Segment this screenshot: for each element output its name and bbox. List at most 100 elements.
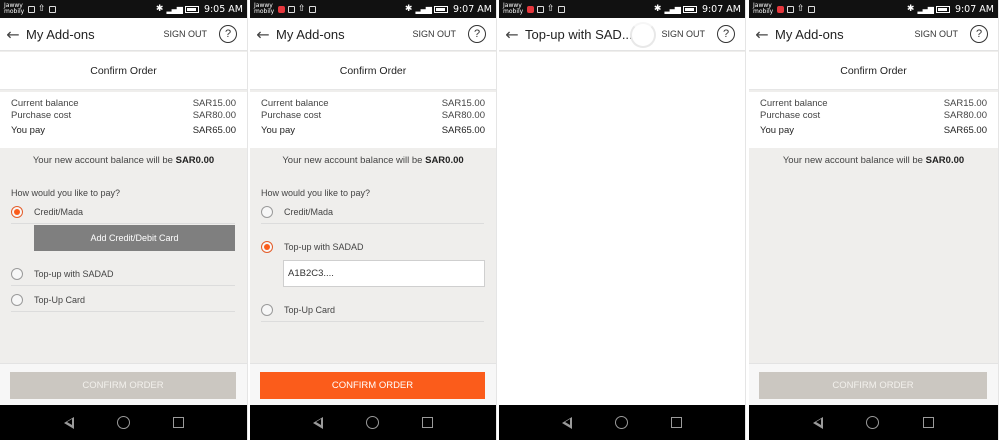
purchase-cost-value: SAR80.00 <box>441 110 485 121</box>
status-right: ✱ ▂▄▆ 9:07 AM <box>405 4 492 15</box>
signal-icon: ▂▄▆ <box>415 4 432 14</box>
you-pay-label: You pay <box>11 125 45 136</box>
add-card-button[interactable]: Add Credit/Debit Card <box>34 225 235 251</box>
page-title: My Add-ons <box>276 26 345 42</box>
sign-out-button[interactable]: SIGN OUT <box>914 29 958 39</box>
back-arrow-icon[interactable]: ← <box>749 25 775 44</box>
order-summary: Current balance SAR15.00 Purchase cost SAR… <box>0 92 247 148</box>
nav-home-icon[interactable] <box>365 416 379 429</box>
option-topup-card[interactable]: Top-Up Card <box>261 298 484 322</box>
new-balance-text: Your new account balance will be <box>282 155 423 166</box>
new-balance-value: SAR0.00 <box>925 155 965 166</box>
order-summary: Current balance SAR15.00 Purchase cost SAR… <box>749 92 998 148</box>
phone-screen-1: Jawwy mobily ⇧ ✱ ▂▄▆ 9:05 AM ← My Add-on… <box>0 0 248 440</box>
confirm-order-button[interactable]: CONFIRM ORDER <box>260 372 485 399</box>
nav-recents-icon[interactable] <box>421 417 433 428</box>
system-nav-bar <box>749 405 998 440</box>
status-right: ✱ ▂▄▆ 9:05 AM <box>156 4 243 15</box>
you-pay-value: SAR65.00 <box>192 125 236 136</box>
nav-home-icon[interactable] <box>866 416 880 429</box>
image-notification-icon <box>28 5 35 13</box>
new-balance-note: Your new account balance will be SAR0.00 <box>749 155 998 166</box>
option-label: Credit/Mada <box>34 206 84 217</box>
pay-question: How would you like to pay? <box>11 188 121 198</box>
sign-out-button[interactable]: SIGN OUT <box>661 29 705 39</box>
nav-home-icon[interactable] <box>614 416 628 429</box>
current-balance-value: SAR15.00 <box>441 98 485 109</box>
upload-icon: ⇧ <box>797 4 805 14</box>
purchase-cost-label: Purchase cost <box>261 110 322 121</box>
app-notification-icon <box>777 5 784 13</box>
sadad-code-field[interactable]: A1B2C3.... <box>283 260 485 287</box>
option-credit-mada[interactable]: Credit/Mada <box>261 200 484 224</box>
back-arrow-icon[interactable]: ← <box>250 25 276 44</box>
app-notification-icon <box>278 5 285 13</box>
you-pay-value: SAR65.00 <box>943 125 987 136</box>
confirm-order-button[interactable]: CONFIRM ORDER <box>759 372 987 399</box>
confirm-order-button[interactable]: CONFIRM ORDER <box>10 372 236 399</box>
signal-icon: ▂▄▆ <box>166 4 183 14</box>
pay-question: How would you like to pay? <box>261 188 371 198</box>
option-credit-mada[interactable]: Credit/Mada <box>11 200 235 224</box>
footer: CONFIRM ORDER <box>250 363 496 405</box>
sign-out-button[interactable]: SIGN OUT <box>163 29 207 39</box>
phone-screen-4: Jawwy mobily ⇧ ✱ ▂▄▆ 9:07 AM ← My Add-on… <box>749 0 999 440</box>
order-summary: Current balance SAR15.00 Purchase cost SAR… <box>250 92 496 148</box>
help-icon[interactable]: ? <box>219 25 237 43</box>
option-sadad[interactable]: Top-up with SADAD <box>11 262 235 286</box>
radio-icon[interactable] <box>11 293 23 306</box>
new-balance-note: Your new account balance will be SAR0.00 <box>0 155 247 166</box>
new-balance-text: Your new account balance will be <box>32 155 173 166</box>
battery-icon <box>682 5 697 13</box>
notification-icons: ⇧ <box>278 4 316 14</box>
radio-icon[interactable] <box>261 205 273 218</box>
nav-recents-icon[interactable] <box>670 417 682 428</box>
you-pay-label: You pay <box>261 125 295 136</box>
option-topup-card[interactable]: Top-Up Card <box>11 288 235 312</box>
app-bar: ← My Add-ons SIGN OUT ? <box>0 18 247 51</box>
you-pay-label: You pay <box>760 125 794 136</box>
nav-back-icon[interactable] <box>63 416 74 429</box>
radio-selected-icon[interactable] <box>11 205 23 218</box>
app-bar: ← My Add-ons SIGN OUT ? <box>749 18 998 51</box>
footer: CONFIRM ORDER <box>749 363 998 405</box>
nav-recents-icon[interactable] <box>923 417 935 428</box>
bluetooth-icon: ✱ <box>906 4 915 14</box>
carrier-label: Jawwy mobily <box>254 2 275 15</box>
radio-icon[interactable] <box>261 303 273 316</box>
clock: 9:07 AM <box>954 3 994 15</box>
you-pay-row: You pay SAR65.00 <box>11 125 236 137</box>
app-notification-icon <box>527 5 534 13</box>
radio-selected-icon[interactable] <box>261 241 273 253</box>
back-arrow-icon[interactable]: ← <box>499 25 525 44</box>
current-balance-row: Current balance SAR15.00 <box>760 98 987 110</box>
bluetooth-icon: ✱ <box>155 4 164 14</box>
status-bar: Jawwy mobily ⇧ ✱ ▂▄▆ 9:05 AM <box>0 0 247 18</box>
radio-icon[interactable] <box>11 267 23 280</box>
loading-spinner-icon <box>630 22 656 48</box>
option-sadad[interactable]: Top-up with SADAD <box>261 235 484 259</box>
status-right: ✱ ▂▄▆ 9:07 AM <box>654 4 741 15</box>
help-icon[interactable]: ? <box>717 25 735 43</box>
status-bar: Jawwy mobily ⇧ ✱ ▂▄▆ 9:07 AM <box>250 0 496 18</box>
help-icon[interactable]: ? <box>970 25 988 43</box>
nav-back-icon[interactable] <box>313 416 324 429</box>
current-balance-row: Current balance SAR15.00 <box>261 98 485 110</box>
battery-icon <box>184 5 199 13</box>
back-arrow-icon[interactable]: ← <box>0 25 26 44</box>
sign-out-button[interactable]: SIGN OUT <box>412 29 456 39</box>
nav-home-icon[interactable] <box>116 416 130 429</box>
purchase-cost-label: Purchase cost <box>760 110 821 121</box>
nav-recents-icon[interactable] <box>172 417 184 428</box>
nav-back-icon[interactable] <box>812 416 823 429</box>
phone-screen-2: Jawwy mobily ⇧ ✱ ▂▄▆ 9:07 AM ← My Add-on… <box>250 0 497 440</box>
nav-back-icon[interactable] <box>562 416 573 429</box>
upload-icon: ⇧ <box>547 4 555 14</box>
carrier-label: Jawwy mobily <box>503 2 524 15</box>
clock: 9:05 AM <box>203 3 243 15</box>
section-title: Confirm Order <box>250 52 496 90</box>
photo-notification-icon <box>557 5 565 13</box>
status-bar: Jawwy mobily ⇧ ✱ ▂▄▆ 9:07 AM <box>749 0 998 18</box>
option-label: Top-up with SADAD <box>284 242 364 252</box>
help-icon[interactable]: ? <box>468 25 486 43</box>
